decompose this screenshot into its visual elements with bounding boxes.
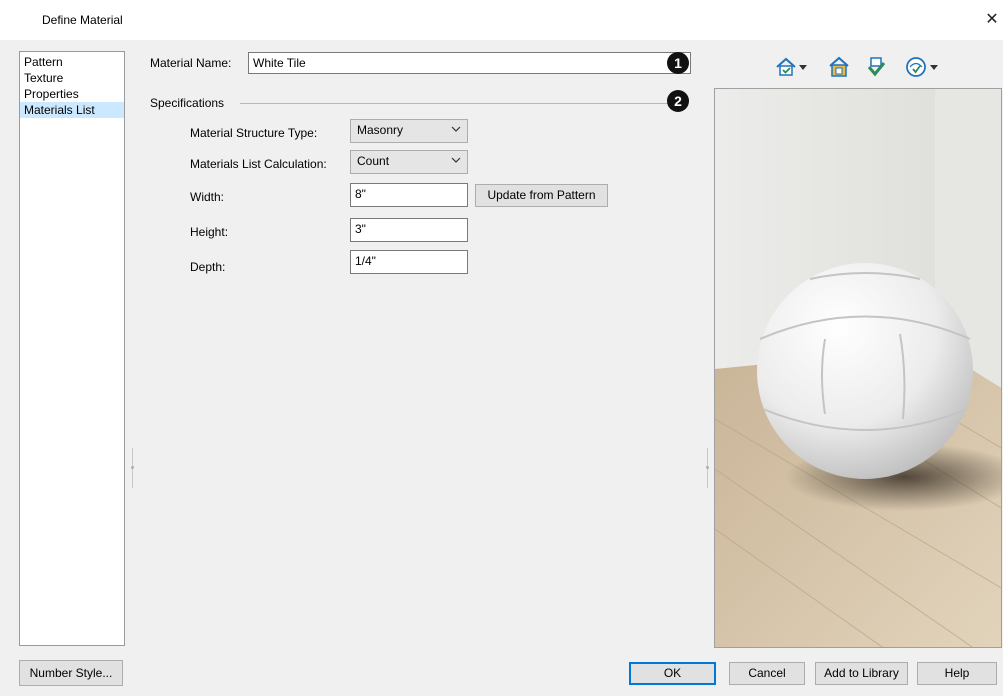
add-to-library-button[interactable]: Add to Library bbox=[815, 662, 908, 685]
close-button[interactable]: ✕ bbox=[981, 8, 1003, 32]
number-style-button[interactable]: Number Style... bbox=[19, 660, 123, 686]
specifications-heading: Specifications bbox=[150, 96, 225, 110]
dropdown-caret-icon[interactable] bbox=[930, 65, 938, 71]
cancel-button[interactable]: Cancel bbox=[729, 662, 805, 685]
window-title: Define Material bbox=[42, 13, 123, 27]
nav-item-properties[interactable]: Properties bbox=[20, 86, 124, 102]
nav-item-label: Texture bbox=[24, 71, 64, 85]
chevron-down-icon bbox=[451, 126, 461, 132]
nav-item-materials-list[interactable]: Materials List bbox=[20, 102, 124, 118]
specifications-divider bbox=[240, 103, 668, 104]
depth-label: Depth: bbox=[190, 260, 226, 274]
depth-input[interactable]: 1/4" bbox=[350, 250, 468, 274]
calculation-value: Count bbox=[357, 154, 390, 168]
material-name-label: Material Name: bbox=[150, 56, 232, 70]
calculation-select[interactable]: Count bbox=[350, 150, 468, 174]
structure-type-select[interactable]: Masonry bbox=[350, 119, 468, 143]
title-bar: Define Material ✕ bbox=[0, 0, 1003, 40]
ok-button[interactable]: OK bbox=[629, 662, 716, 685]
structure-type-value: Masonry bbox=[357, 123, 404, 137]
category-list[interactable]: Pattern Texture Properties Materials Lis… bbox=[19, 51, 125, 646]
dropdown-caret-icon[interactable] bbox=[799, 65, 807, 71]
height-input[interactable]: 3" bbox=[350, 218, 468, 242]
house-walls-icon[interactable] bbox=[828, 56, 850, 78]
define-material-dialog: Define Material ✕ Pattern Texture Proper… bbox=[0, 0, 1003, 696]
width-input[interactable]: 8" bbox=[350, 183, 468, 207]
left-splitter[interactable] bbox=[131, 448, 134, 488]
width-label: Width: bbox=[190, 190, 225, 204]
splitter-grip bbox=[706, 466, 709, 469]
right-splitter[interactable] bbox=[706, 448, 709, 488]
callout-2: 2 bbox=[667, 90, 689, 112]
tile-sphere bbox=[757, 263, 973, 479]
nav-item-label: Materials List bbox=[24, 103, 95, 117]
nav-item-texture[interactable]: Texture bbox=[20, 70, 124, 86]
height-label: Height: bbox=[190, 225, 229, 239]
preview-render bbox=[715, 89, 1001, 647]
material-preview[interactable] bbox=[714, 88, 1002, 648]
calculation-label: Materials List Calculation: bbox=[190, 157, 327, 171]
splitter-grip bbox=[131, 466, 134, 469]
callout-1: 1 bbox=[667, 52, 689, 74]
structure-type-label: Material Structure Type: bbox=[190, 126, 318, 140]
help-button[interactable]: Help bbox=[917, 662, 997, 685]
nav-item-pattern[interactable]: Pattern bbox=[20, 54, 124, 70]
lighting-globe-icon[interactable] bbox=[905, 56, 927, 78]
material-name-input[interactable]: White Tile bbox=[248, 52, 691, 74]
shield-check-icon[interactable] bbox=[865, 56, 887, 78]
home-view-icon[interactable] bbox=[775, 56, 797, 78]
update-from-pattern-button[interactable]: Update from Pattern bbox=[475, 184, 608, 207]
nav-item-label: Pattern bbox=[24, 55, 63, 69]
nav-item-label: Properties bbox=[24, 87, 79, 101]
chevron-down-icon bbox=[451, 157, 461, 163]
